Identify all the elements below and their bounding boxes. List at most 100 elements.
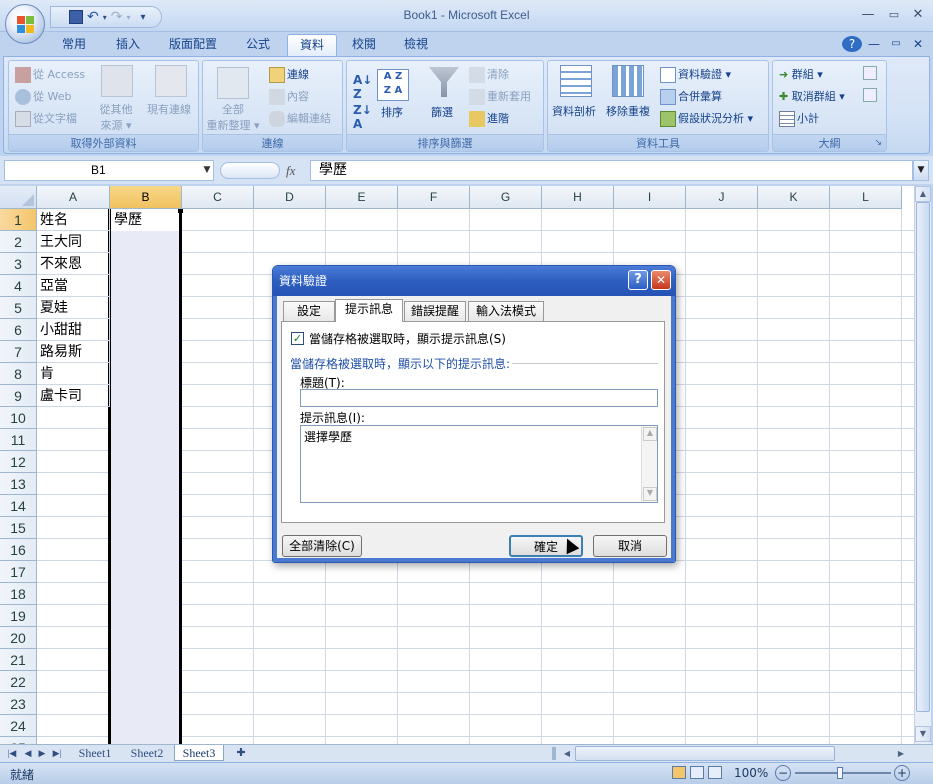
- column-header-f[interactable]: F: [398, 186, 470, 209]
- minimize-workbook-icon[interactable]: —: [866, 34, 882, 56]
- row-header-23[interactable]: 23: [0, 693, 37, 715]
- tab-formulas[interactable]: 公式: [236, 34, 280, 56]
- row-header-15[interactable]: 15: [0, 517, 37, 539]
- column-header-g[interactable]: G: [470, 186, 542, 209]
- tab-review[interactable]: 校閱: [342, 34, 386, 56]
- sort-asc-icon[interactable]: A↓ Z: [353, 73, 372, 101]
- last-sheet-icon[interactable]: ▶|: [50, 745, 64, 761]
- zoom-out-icon[interactable]: −: [775, 765, 791, 781]
- cell-b1[interactable]: 學歷: [111, 209, 179, 231]
- connections-button[interactable]: 連線: [269, 66, 309, 83]
- row-header-3[interactable]: 3: [0, 253, 37, 275]
- show-message-checkbox[interactable]: ✓: [291, 332, 304, 345]
- text-to-columns-button[interactable]: 資料剖析: [552, 103, 596, 119]
- row-header-24[interactable]: 24: [0, 715, 37, 737]
- message-textarea[interactable]: 選擇學歷 ▲ ▼: [300, 425, 658, 503]
- cell-a1[interactable]: 姓名: [37, 209, 110, 231]
- cell-a6[interactable]: 小甜甜: [37, 319, 110, 341]
- dialog-title[interactable]: 資料驗證: [273, 266, 675, 296]
- tab-insert[interactable]: 插入: [106, 34, 150, 56]
- filter-button[interactable]: 篩選: [431, 104, 453, 120]
- tab-split-handle[interactable]: [552, 747, 556, 760]
- from-text-button[interactable]: 從文字檔: [15, 110, 77, 127]
- help-icon[interactable]: ?: [842, 36, 862, 52]
- sort-button[interactable]: 排序: [381, 104, 403, 120]
- row-header-13[interactable]: 13: [0, 473, 37, 495]
- cell-a8[interactable]: 肯: [37, 363, 110, 385]
- zoom-level[interactable]: 100%: [734, 766, 768, 780]
- row-header-19[interactable]: 19: [0, 605, 37, 627]
- formula-input[interactable]: 學歷: [310, 160, 913, 181]
- row-header-4[interactable]: 4: [0, 275, 37, 297]
- row-header-17[interactable]: 17: [0, 561, 37, 583]
- row-header-5[interactable]: 5: [0, 297, 37, 319]
- prev-sheet-icon[interactable]: ◀: [22, 745, 34, 761]
- message-scroll-up-icon[interactable]: ▲: [643, 427, 657, 441]
- page-layout-view-icon[interactable]: [690, 766, 704, 779]
- group-button[interactable]: ➜ 群組 ▾: [779, 66, 823, 82]
- zoom-slider-thumb[interactable]: [837, 767, 843, 779]
- column-header-i[interactable]: I: [614, 186, 686, 209]
- name-box-dropdown-icon[interactable]: ▼: [200, 160, 214, 181]
- row-header-7[interactable]: 7: [0, 341, 37, 363]
- advanced-filter-button[interactable]: 進階: [469, 110, 509, 127]
- column-header-l[interactable]: L: [830, 186, 902, 209]
- column-header-h[interactable]: H: [542, 186, 614, 209]
- scroll-left-icon[interactable]: ◀: [560, 746, 574, 761]
- what-if-button[interactable]: 假設狀況分析 ▾: [660, 110, 753, 127]
- row-header-20[interactable]: 20: [0, 627, 37, 649]
- select-all-corner[interactable]: [0, 186, 37, 209]
- hide-detail-icon[interactable]: [863, 88, 877, 102]
- from-web-button[interactable]: 從 Web: [15, 88, 71, 105]
- row-header-14[interactable]: 14: [0, 495, 37, 517]
- close-workbook-icon[interactable]: ✕: [910, 34, 926, 56]
- ungroup-button[interactable]: ✚ 取消群組 ▾: [779, 88, 845, 104]
- dialog-launcher-icon[interactable]: ↘: [874, 135, 882, 152]
- row-header-21[interactable]: 21: [0, 649, 37, 671]
- row-header-22[interactable]: 22: [0, 671, 37, 693]
- reapply-button[interactable]: 重新套用: [469, 88, 531, 105]
- remove-duplicates-button[interactable]: 移除重複: [606, 103, 650, 119]
- dialog-tab-settings[interactable]: 設定: [283, 301, 335, 321]
- cell-a2[interactable]: 王大同: [37, 231, 110, 253]
- subtotal-button[interactable]: 小計: [779, 110, 819, 127]
- cell-a7[interactable]: 路易斯: [37, 341, 110, 363]
- tab-page-layout[interactable]: 版面配置: [161, 34, 225, 56]
- show-detail-icon[interactable]: [863, 66, 877, 80]
- clear-filter-button[interactable]: 清除: [469, 66, 509, 83]
- edit-links-button[interactable]: 編輯連結: [269, 110, 331, 127]
- zoom-in-icon[interactable]: +: [894, 765, 910, 781]
- cancel-button[interactable]: 取消: [593, 535, 667, 557]
- dialog-tab-input-message[interactable]: 提示訊息: [335, 299, 403, 322]
- title-input[interactable]: [300, 389, 658, 407]
- dialog-help-icon[interactable]: ?: [628, 270, 648, 290]
- row-header-9[interactable]: 9: [0, 385, 37, 407]
- row-header-8[interactable]: 8: [0, 363, 37, 385]
- formula-bar-splitter[interactable]: [220, 162, 280, 179]
- name-box[interactable]: B1: [4, 160, 214, 181]
- scroll-up-icon[interactable]: ▲: [915, 186, 931, 202]
- tab-home[interactable]: 常用: [52, 34, 96, 56]
- sheet-tab-3[interactable]: Sheet3: [174, 745, 224, 761]
- normal-view-icon[interactable]: [672, 766, 686, 779]
- cell-a9[interactable]: 盧卡司: [37, 385, 110, 407]
- message-scrollbar[interactable]: ▲ ▼: [641, 426, 657, 502]
- close-window-icon[interactable]: ✕: [908, 7, 928, 23]
- row-header-25[interactable]: 25: [0, 737, 37, 744]
- column-header-e[interactable]: E: [326, 186, 398, 209]
- from-access-button[interactable]: 從 Access: [15, 66, 85, 83]
- consolidate-button[interactable]: 合併彙算: [660, 88, 722, 105]
- sheet-tab-2[interactable]: Sheet2: [124, 745, 170, 761]
- column-header-c[interactable]: C: [182, 186, 254, 209]
- expand-formula-bar-icon[interactable]: ▼: [913, 160, 929, 181]
- row-header-12[interactable]: 12: [0, 451, 37, 473]
- restore-window-icon[interactable]: ▭: [884, 7, 904, 23]
- cell-a3[interactable]: 不來恩: [37, 253, 110, 275]
- cell-a5[interactable]: 夏娃: [37, 297, 110, 319]
- cell-a4[interactable]: 亞當: [37, 275, 110, 297]
- insert-sheet-icon[interactable]: ✚: [230, 745, 252, 761]
- row-header-2[interactable]: 2: [0, 231, 37, 253]
- dialog-tab-ime-mode[interactable]: 輸入法模式: [468, 301, 544, 321]
- sort-desc-icon[interactable]: Z↓ A: [353, 103, 372, 131]
- data-validation-button[interactable]: 資料驗證 ▾: [660, 66, 731, 83]
